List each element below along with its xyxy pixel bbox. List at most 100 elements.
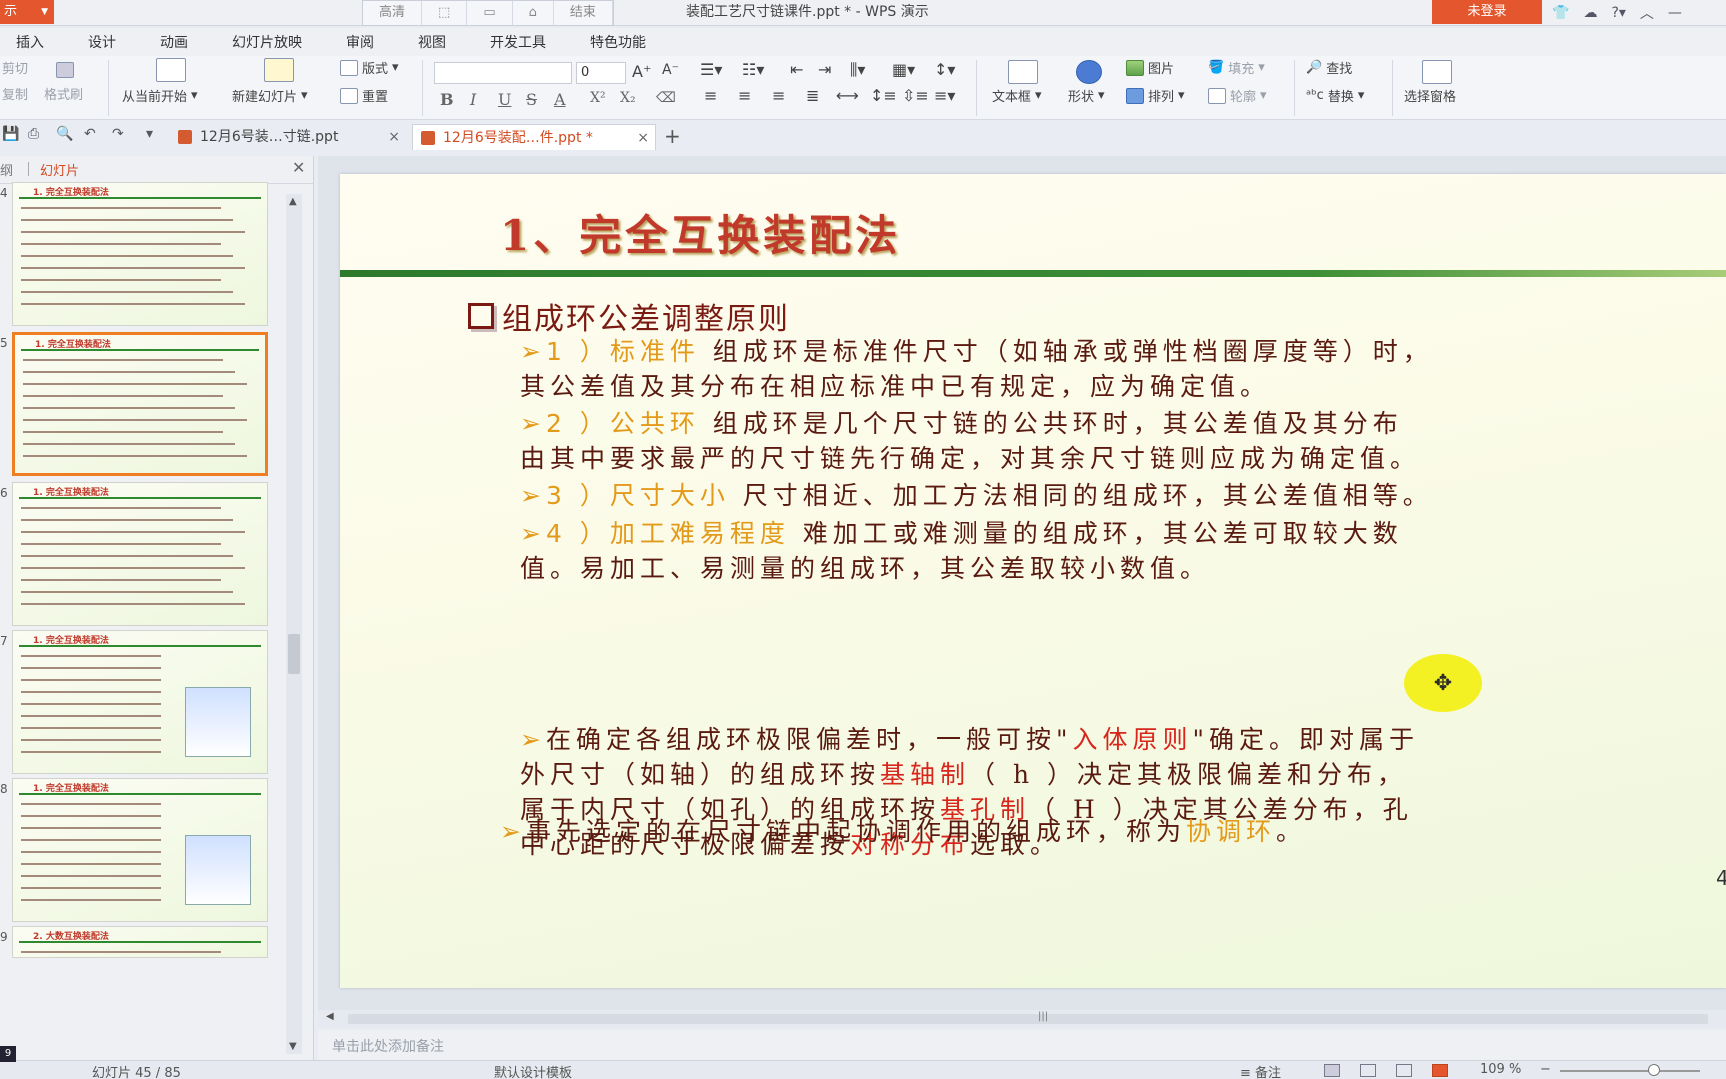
shape-button[interactable]: 形状 ▾ xyxy=(1068,86,1105,105)
end-button[interactable]: 结束 xyxy=(554,1,613,25)
slide-thumbnail[interactable]: 1. 完全互换装配法 xyxy=(12,630,268,774)
bullet-list-icon[interactable]: ☰▾ xyxy=(700,60,722,79)
template-name[interactable]: 默认设计模板 xyxy=(494,1062,572,1079)
principle-1[interactable]: ➢1 ）标准件 组成环是标准件尺寸（如轴承或弹性档圈厚度等）时， 其公差值及其分… xyxy=(520,334,1433,404)
outline-tab[interactable]: 纲 xyxy=(0,160,13,179)
layout-button[interactable]: 版式 ▾ xyxy=(340,58,399,77)
slides-tab[interactable]: 幻灯片 xyxy=(40,160,79,179)
home-button[interactable]: ⌂ xyxy=(513,1,554,25)
strikethrough-icon[interactable]: S xyxy=(526,90,537,109)
zoom-slider-knob[interactable] xyxy=(1648,1064,1660,1076)
find-button[interactable]: 🔎 查找 xyxy=(1306,58,1352,77)
minimize-ribbon-icon[interactable]: ︿ xyxy=(1640,3,1654,23)
scrollbar-grip-icon[interactable]: ||| xyxy=(1038,1011,1048,1022)
fill-button[interactable]: 🪣 填充 ▾ xyxy=(1208,58,1265,77)
cloud-icon[interactable]: ☁ xyxy=(1583,5,1597,21)
grow-font-icon[interactable]: A⁺ xyxy=(632,62,651,81)
selection-pane-button[interactable]: 选择窗格 xyxy=(1404,86,1456,105)
subscript-icon[interactable]: X₂ xyxy=(620,90,636,106)
scrollbar-track[interactable] xyxy=(348,1014,1708,1024)
italic-icon[interactable]: I xyxy=(470,90,476,109)
tab-developer[interactable]: 开发工具 xyxy=(490,32,546,52)
scrollbar-thumb[interactable] xyxy=(288,634,300,674)
coordinating-ring-paragraph[interactable]: ➢事先选定的在尺寸链中起协调作用的组成环，称为协调环。 xyxy=(500,814,1306,849)
copy-button[interactable]: 复制 xyxy=(2,84,28,103)
underline-icon[interactable]: U xyxy=(498,90,511,109)
close-icon[interactable]: × xyxy=(388,124,400,150)
notes-toggle[interactable]: ≡ 备注 xyxy=(1240,1062,1281,1079)
window-mode-button[interactable]: ▭ xyxy=(467,1,513,25)
principle-2[interactable]: ➢2 ）公共环 组成环是几个尺寸链的公共环时，其公差值及其分布 由其中要求最严的… xyxy=(520,406,1420,476)
select-region-button[interactable]: ⬚ xyxy=(422,1,468,25)
from-current-button[interactable]: 从当前开始 ▾ xyxy=(122,86,198,105)
text-direction-icon[interactable]: ↕▾ xyxy=(934,60,955,79)
reset-button[interactable]: 重置 xyxy=(340,86,388,105)
minimize-window-icon[interactable]: — xyxy=(1668,5,1682,21)
hd-mode-button[interactable]: 高清 xyxy=(363,1,423,25)
slide-thumbnail[interactable]: 1. 完全互换装配法 xyxy=(12,482,268,626)
normal-view-icon[interactable] xyxy=(1324,1064,1340,1077)
line-spacing-icon[interactable]: ↕≡ xyxy=(870,86,897,105)
tab-review[interactable]: 审阅 xyxy=(346,32,374,52)
new-slide-button[interactable]: 新建幻灯片 ▾ xyxy=(232,86,308,105)
textbox-button[interactable]: 文本框 ▾ xyxy=(992,86,1042,105)
clear-format-icon[interactable]: ⌫ xyxy=(656,90,676,106)
scroll-left-icon[interactable]: ◀ xyxy=(326,1011,334,1022)
notes-pane[interactable]: 单击此处添加备注 xyxy=(318,1030,1726,1060)
align-text-icon[interactable]: ≡▾ xyxy=(934,86,955,105)
slide-thumbnail[interactable]: 1. 完全互换装配法 xyxy=(12,778,268,922)
tab-special-features[interactable]: 特色功能 xyxy=(590,32,646,52)
numbered-list-icon[interactable]: ☷▾ xyxy=(742,60,764,79)
superscript-icon[interactable]: X² xyxy=(590,90,606,106)
font-color-icon[interactable]: A xyxy=(554,90,566,109)
outline-button[interactable]: 轮廓 ▾ xyxy=(1208,86,1267,105)
help-icon[interactable]: ?▾ xyxy=(1611,5,1625,21)
justify-icon[interactable]: ≣ xyxy=(806,86,819,105)
picture-button[interactable]: 图片 xyxy=(1126,58,1174,77)
close-panel-icon[interactable]: ✕ xyxy=(292,158,305,177)
arrange-button[interactable]: 排列 ▾ xyxy=(1126,86,1185,105)
paragraph-spacing-icon[interactable]: ⇳≡ xyxy=(902,86,929,105)
login-button[interactable]: 未登录 xyxy=(1432,0,1542,24)
bold-icon[interactable]: B xyxy=(440,90,454,109)
font-family-select[interactable] xyxy=(434,62,572,84)
align-right-icon[interactable]: ≡ xyxy=(772,86,785,105)
principle-3[interactable]: ➢3 ）尺寸大小 尺寸相近、加工方法相同的组成环，其公差值相等。 xyxy=(520,478,1433,513)
slide-title[interactable]: 1、完全互换装配法 xyxy=(500,202,901,263)
preview-icon[interactable]: 🔍 xyxy=(56,126,73,142)
tab-slideshow[interactable]: 幻灯片放映 xyxy=(232,32,302,52)
align-left-icon[interactable]: ≡ xyxy=(704,86,717,105)
document-tab-2[interactable]: 12月6号装配…件.ppt * × xyxy=(412,124,656,150)
zoom-slider[interactable] xyxy=(1560,1070,1700,1072)
columns-icon[interactable]: ⫼▾ xyxy=(850,60,865,80)
replace-button[interactable]: ᵃᵇc 替换 ▾ xyxy=(1306,86,1364,105)
tab-insert[interactable]: 插入 xyxy=(16,32,44,52)
slide-thumbnail[interactable]: 2. 大数互换装配法 xyxy=(12,926,268,958)
close-icon[interactable]: × xyxy=(637,125,649,151)
scroll-up-icon[interactable]: ▲ xyxy=(289,196,297,207)
scroll-down-icon[interactable]: ▼ xyxy=(289,1041,297,1052)
reading-view-icon[interactable] xyxy=(1396,1064,1412,1077)
principle-4[interactable]: ➢4 ）加工难易程度 难加工或难测量的组成环，其公差可取较大数 值。易加工、易测… xyxy=(520,516,1403,586)
app-menu-button[interactable]: 示 ▼ xyxy=(0,0,54,24)
thumbnail-scrollbar[interactable]: ▲ ▼ xyxy=(286,194,302,1054)
play-slideshow-icon[interactable] xyxy=(1432,1064,1448,1077)
undo-icon[interactable]: ↶ xyxy=(84,126,96,142)
skin-icon[interactable]: 👕 xyxy=(1552,5,1569,21)
tab-view[interactable]: 视图 xyxy=(418,32,446,52)
save-icon[interactable]: 💾 xyxy=(2,126,19,142)
cut-button[interactable]: 剪切 xyxy=(2,58,28,77)
canvas-horizontal-scrollbar[interactable]: ◀ ||| xyxy=(318,1010,1726,1028)
tab-animation[interactable]: 动画 xyxy=(160,32,188,52)
print-icon[interactable]: ⎙ xyxy=(28,126,39,142)
slide-sorter-icon[interactable] xyxy=(1360,1064,1376,1077)
font-size-select[interactable]: 0 xyxy=(576,62,626,84)
customize-icon[interactable]: ▾ xyxy=(146,126,153,142)
current-slide[interactable]: 1、完全互换装配法 组成环公差调整原则 ➢1 ）标准件 组成环是标准件尺寸（如轴… xyxy=(340,174,1726,988)
slide-thumbnail[interactable]: 1. 完全互换装配法 xyxy=(12,182,268,326)
document-tab-1[interactable]: 12月6号装…寸链.ppt × xyxy=(170,124,406,150)
section-heading[interactable]: 组成环公差调整原则 xyxy=(468,294,790,338)
shrink-font-icon[interactable]: A⁻ xyxy=(662,62,679,78)
format-painter-button[interactable]: 格式刷 xyxy=(44,84,83,103)
decrease-indent-icon[interactable]: ⇤ xyxy=(790,60,803,79)
